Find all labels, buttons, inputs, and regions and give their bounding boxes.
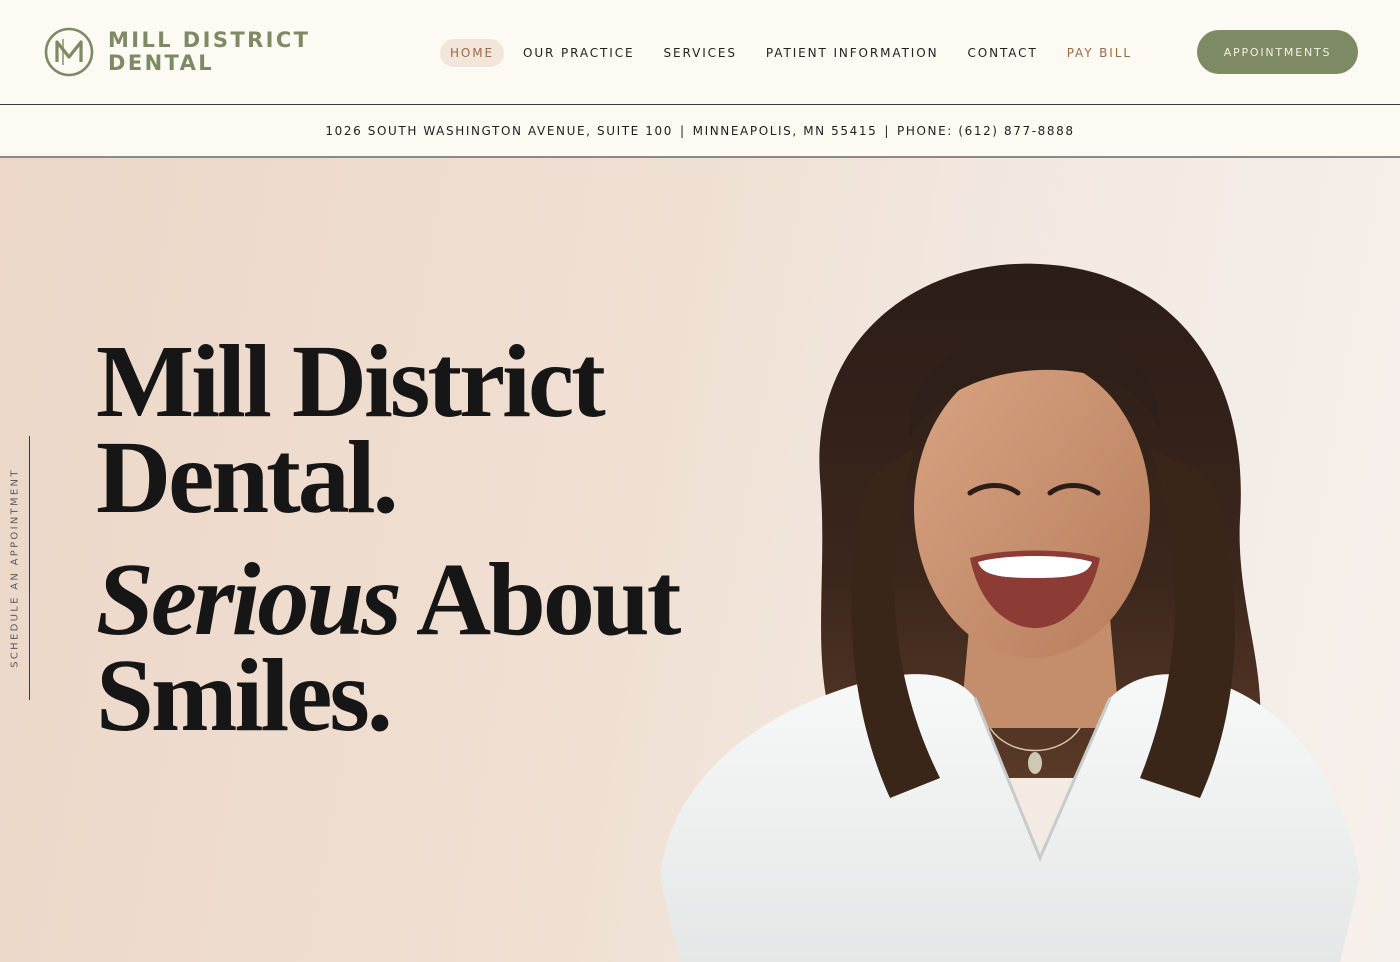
address-text: 1026 SOUTH WASHINGTON AVENUE, SUITE 100 (325, 123, 673, 138)
logo-wordmark: MILL DISTRICT DENTAL (108, 29, 310, 75)
nav-item-patient-information[interactable]: PATIENT INFORMATION (756, 39, 949, 67)
headline-line-2: Dental. (96, 420, 399, 535)
appointments-button[interactable]: APPOINTMENTS (1197, 30, 1358, 74)
logo-name-line1: MILL DISTRICT (108, 28, 311, 52)
schedule-appointment-side-link[interactable]: SCHEDULE AN APPOINTMENT (0, 436, 32, 700)
tagline-rest: About (398, 542, 681, 657)
tagline-line-2: Smiles. (96, 638, 393, 753)
phone-link[interactable]: PHONE: (612) 877-8888 (897, 124, 1075, 138)
logo-name-line2: DENTAL (108, 51, 215, 75)
hero-headline: Mill District Dental. Serious About Smil… (96, 324, 681, 753)
info-separator: | (884, 123, 890, 138)
site-logo[interactable]: MILL DISTRICT DENTAL (44, 27, 310, 77)
city-text: MINNEAPOLIS, MN 55415 (692, 123, 878, 138)
hero-portrait-image (660, 263, 1360, 962)
nav-item-pay-bill[interactable]: PAY BILL (1057, 39, 1142, 67)
logo-monogram-icon (44, 27, 94, 77)
nav-item-home[interactable]: HOME (440, 39, 505, 67)
info-separator: | (679, 123, 686, 138)
main-nav: HOME OUR PRACTICE SERVICES PATIENT INFOR… (440, 39, 1151, 67)
nav-item-our-practice[interactable]: OUR PRACTICE (513, 39, 644, 67)
side-divider-line (29, 436, 30, 700)
tagline-line-1: Serious About (96, 548, 681, 652)
nav-item-services[interactable]: SERVICES (654, 39, 747, 67)
nav-item-contact[interactable]: CONTACT (957, 39, 1047, 67)
site-header: MILL DISTRICT DENTAL HOME OUR PRACTICE S… (0, 0, 1400, 105)
schedule-appointment-label: SCHEDULE AN APPOINTMENT (9, 468, 21, 668)
contact-info-bar: 1026 SOUTH WASHINGTON AVENUE, SUITE 100 … (0, 105, 1400, 158)
headline-line-1: Mill District (96, 324, 606, 439)
hero-section: SCHEDULE AN APPOINTMENT Mill District De… (0, 158, 1400, 962)
